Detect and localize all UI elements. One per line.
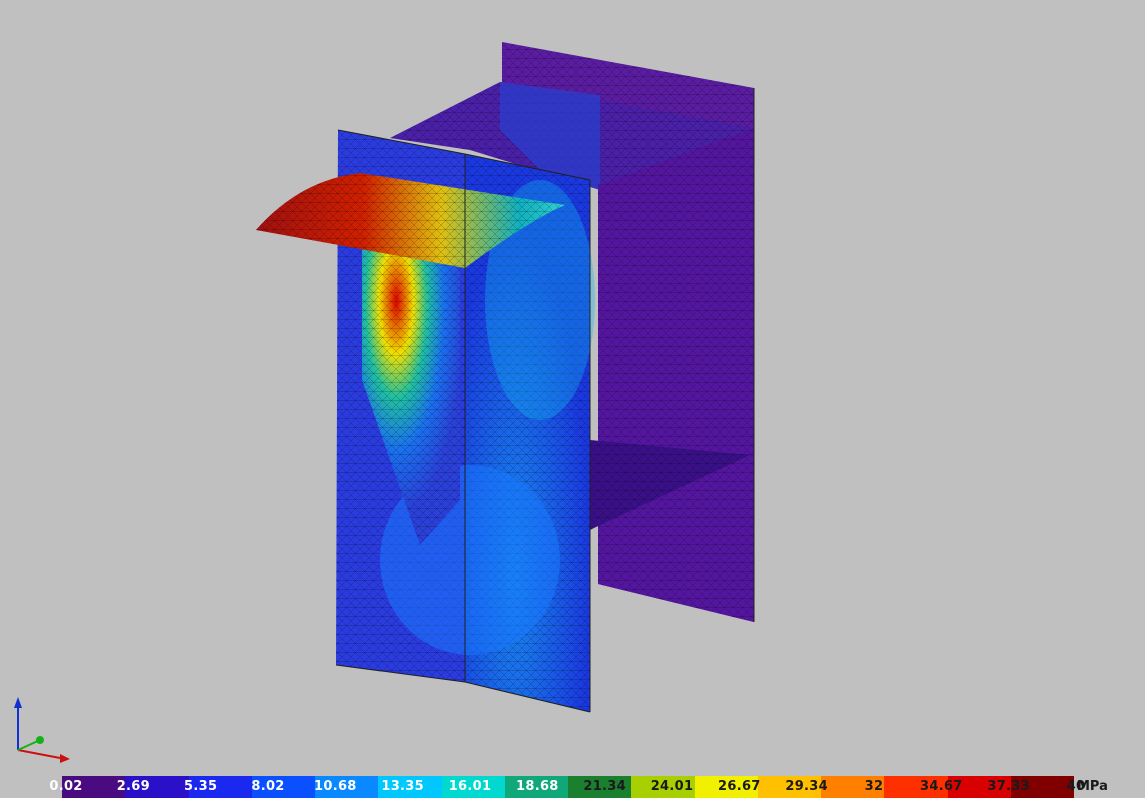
legend-tick-label: 29.34: [785, 779, 828, 794]
legend-unit: MPa: [1077, 779, 1108, 794]
legend-tick-label: 10.68: [314, 779, 357, 794]
legend-tick-label: 16.01: [448, 779, 492, 794]
legend-tick-label: 13.35: [381, 779, 424, 794]
legend-tick-label: 37.33: [987, 779, 1030, 794]
legend-tick-label: 26.67: [718, 779, 761, 794]
color-legend: 0.02 2.69 5.35 8.02 10.68 13.35 16.01 18.68 21.3…: [0, 776, 1145, 798]
legend-tick-label: 18.68: [516, 779, 559, 794]
legend-tick-label: 2.69: [116, 779, 150, 794]
legend-tick-label: 8.02: [251, 779, 285, 794]
legend-tick-label: 5.35: [184, 779, 218, 794]
legend-tick-label: 0.02: [49, 779, 83, 794]
legend-tick-label: 21.34: [583, 779, 626, 794]
fea-stress-model: [14, 42, 755, 763]
legend-tick-label: 24.01: [650, 779, 694, 794]
3d-viewport[interactable]: [0, 0, 1145, 776]
legend-tick-label: 32: [864, 779, 884, 794]
axis-triad: [14, 697, 70, 763]
legend-tick-label: 34.67: [920, 779, 963, 794]
